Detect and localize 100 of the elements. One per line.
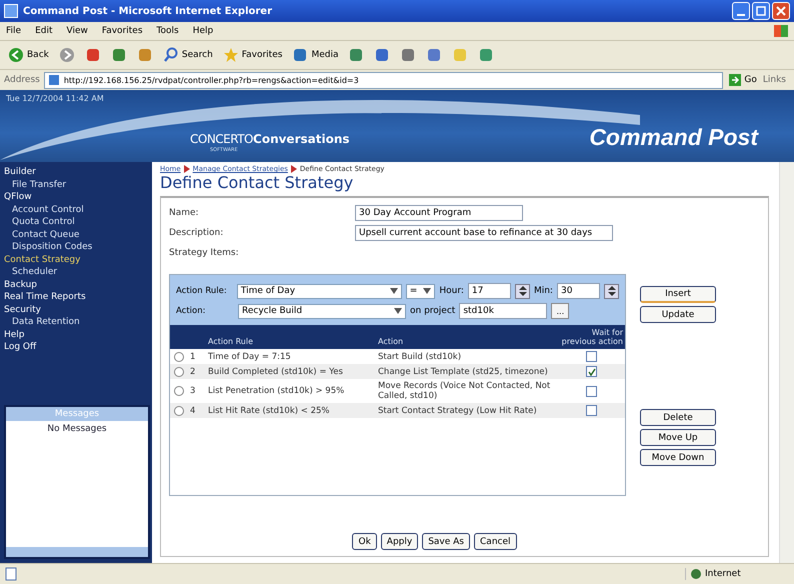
search-icon xyxy=(162,47,179,63)
nav-item[interactable]: Backup xyxy=(4,278,150,291)
rule-dropdown[interactable]: Time of Day xyxy=(236,284,402,298)
action-button[interactable]: Delete xyxy=(640,409,716,426)
column-header: Action Rule xyxy=(208,337,254,346)
field-label: Name: xyxy=(169,208,200,218)
minute-field[interactable]: 30 xyxy=(556,283,600,299)
action-dropdown[interactable]: Recycle Build xyxy=(238,304,406,318)
maximize-button[interactable] xyxy=(752,2,770,20)
breadcrumb-arrow-icon xyxy=(184,165,190,173)
nav-item[interactable]: Help xyxy=(4,328,150,341)
action-button[interactable]: Move Down xyxy=(640,449,716,466)
wait-checkbox[interactable] xyxy=(586,386,597,396)
zone-text: Internet xyxy=(705,569,741,579)
row-radio[interactable] xyxy=(174,366,184,376)
table-cell-text: Start Build (std10k) xyxy=(378,352,462,362)
table-cell-text: Time of Day = 7:15 xyxy=(208,352,292,362)
action-button[interactable]: Insert xyxy=(640,286,716,303)
row-radio[interactable] xyxy=(174,406,184,416)
menu-item[interactable]: Edit xyxy=(35,26,52,36)
star-icon xyxy=(222,47,239,63)
form-button[interactable]: Save As xyxy=(422,533,470,550)
breadcrumb-arrow-icon xyxy=(290,165,297,173)
row-number: 4 xyxy=(190,406,196,416)
description-field[interactable]: Upsell current account base to refinance at 30 days xyxy=(355,224,613,240)
action-button[interactable]: Update xyxy=(640,306,716,323)
message-text: No Messages xyxy=(46,423,108,436)
field-label: Min: xyxy=(534,286,553,296)
table-cell-text: Start Contact Strategy (Low Hit Rate) xyxy=(378,406,538,416)
menu-item[interactable]: Tools xyxy=(156,26,179,36)
back-button[interactable]: Back xyxy=(6,45,51,65)
address-field[interactable]: http://192.168.156.25/rvdpat/controller.php?rb=rengs&action=edit&id=3 xyxy=(44,72,724,88)
table-cell-text: List Hit Rate (std10k) < 25% xyxy=(208,406,330,416)
address-label: Address xyxy=(4,75,40,85)
panel-title: Messages xyxy=(6,407,148,421)
maximize-icon xyxy=(756,6,766,16)
logo-text: Conversations xyxy=(253,132,350,146)
search-button[interactable]: Search xyxy=(160,45,215,65)
name-field[interactable]: 30 Day Account Program xyxy=(355,204,523,220)
media-button[interactable]: Media xyxy=(290,45,340,65)
row-number: 3 xyxy=(190,386,196,396)
window-title: Command Post - Microsoft Internet Explorer xyxy=(23,6,274,16)
field-label: on project xyxy=(410,306,456,316)
form-button[interactable]: Cancel xyxy=(474,533,517,550)
browse-button[interactable]: ... xyxy=(551,303,570,319)
minimize-button[interactable] xyxy=(732,2,750,20)
menu-item[interactable]: Help xyxy=(192,26,214,36)
minimize-icon xyxy=(737,14,745,16)
field-label: Strategy Items: xyxy=(169,248,240,258)
project-field[interactable]: std10k xyxy=(459,303,548,319)
action-button[interactable]: Move Up xyxy=(640,429,716,446)
row-radio[interactable] xyxy=(174,386,184,396)
nav-subitem[interactable]: Contact Queue xyxy=(4,228,150,241)
field-label: Hour: xyxy=(439,286,464,296)
nav-item[interactable]: QFlow xyxy=(4,191,150,204)
scrollbar[interactable] xyxy=(779,162,794,563)
form-button[interactable]: Apply xyxy=(380,533,418,550)
nav-item[interactable]: Builder xyxy=(4,166,150,178)
form-button[interactable]: Ok xyxy=(352,533,377,550)
logo-text: CONCERTO xyxy=(190,132,254,146)
nav-subitem[interactable]: Data Retention xyxy=(4,316,150,328)
menu-item[interactable]: File xyxy=(6,26,22,36)
wait-checkbox[interactable] xyxy=(586,405,597,416)
table-cell-text: Build Completed (std10k) = Yes xyxy=(208,366,344,376)
row-number: 2 xyxy=(190,366,196,376)
nav-subitem[interactable]: File Transfer xyxy=(4,178,150,191)
row-radio[interactable] xyxy=(174,352,184,362)
column-header: Wait for previous action xyxy=(560,328,624,346)
spinner-button[interactable] xyxy=(515,284,530,298)
nav-item[interactable]: Contact Strategy xyxy=(4,254,150,266)
field-label: Action: xyxy=(176,306,206,316)
table-cell-text: Change List Template (std25, timezone) xyxy=(378,366,549,376)
spinner-button[interactable] xyxy=(604,284,620,298)
menu-item[interactable]: Favorites xyxy=(102,26,143,36)
caret-icon xyxy=(390,288,398,294)
nav-subitem[interactable]: Scheduler xyxy=(4,266,150,278)
nav-item[interactable]: Real Time Reports xyxy=(4,291,150,304)
operator-dropdown[interactable]: = xyxy=(406,284,436,298)
nav-item[interactable]: Security xyxy=(4,304,150,316)
menu-item[interactable]: View xyxy=(66,26,88,36)
field-label: Description: xyxy=(169,228,224,238)
date-time: Tue 12/7/2004 11:42 AM xyxy=(6,94,104,103)
wait-checkbox[interactable] xyxy=(586,366,597,377)
close-button[interactable] xyxy=(772,2,790,20)
links-button[interactable]: Links xyxy=(762,75,790,85)
caret-icon xyxy=(423,288,432,294)
nav-subitem[interactable]: Disposition Codes xyxy=(4,241,150,254)
table-cell-text: Move Records (Voice Not Contacted, Not Called, std10) xyxy=(378,381,552,401)
field-label: Action Rule: xyxy=(176,286,228,296)
nav-subitem[interactable]: Quota Control xyxy=(4,216,150,228)
row-number: 1 xyxy=(190,352,196,362)
nav-subitem[interactable]: Account Control xyxy=(4,204,150,216)
favorites-button[interactable]: Favorites xyxy=(220,45,284,65)
caret-icon xyxy=(394,308,402,314)
hour-field[interactable]: 17 xyxy=(468,283,512,299)
table-cell-text: List Penetration (std10k) > 95% xyxy=(208,386,346,396)
go-button[interactable]: Go xyxy=(727,74,759,86)
wait-checkbox[interactable] xyxy=(586,351,597,362)
close-icon xyxy=(776,6,786,16)
nav-item[interactable]: Log Off xyxy=(4,341,150,354)
